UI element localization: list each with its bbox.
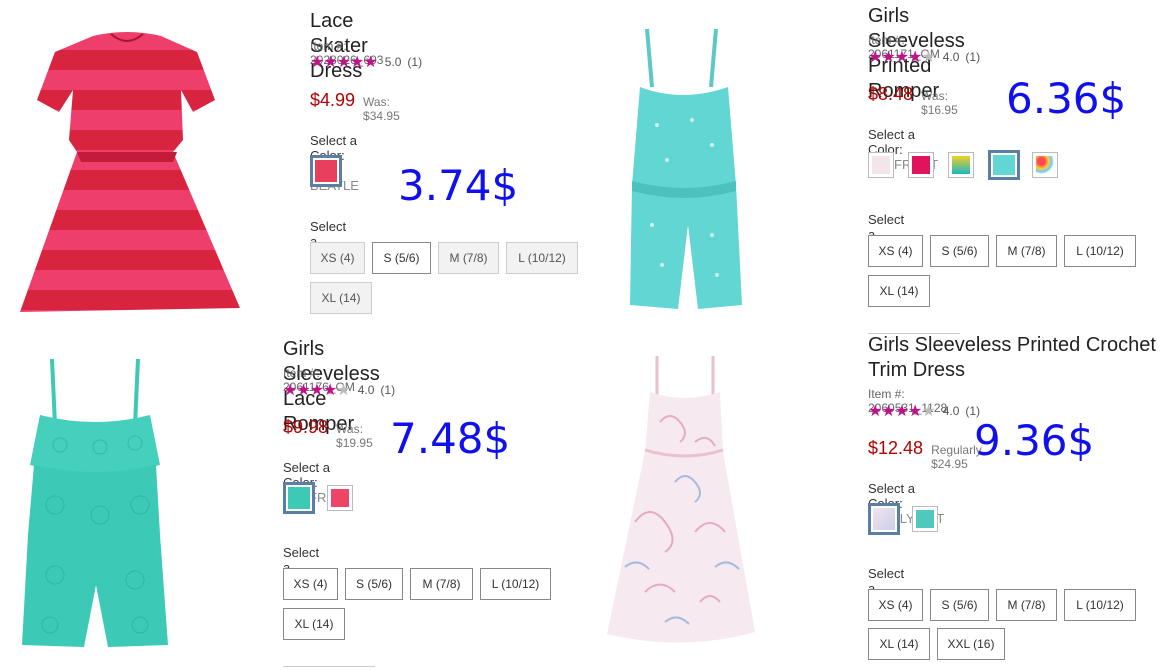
color-swatch-simplywht[interactable] [868,503,900,535]
review-count[interactable]: (1) [380,383,395,397]
star-icon: ★ [283,382,297,399]
rating: ★★★★★ 4.0 (1) [868,47,980,67]
star-icon: ★ [309,382,324,399]
color-swatch-2[interactable] [908,152,934,178]
star-icon: ★ [921,49,935,66]
sale-price: $9.98 [283,417,329,437]
star-icon: ★ [894,403,909,420]
size-button-l[interactable]: L (10/12) [480,568,551,600]
size-button-s[interactable]: S (5/6) [930,235,989,267]
color-swatch-3[interactable] [948,152,974,178]
product-image-lace-skater-dress[interactable] [15,30,240,320]
price-annotation: 3.74$ [398,161,519,210]
product-title[interactable]: Girls Sleeveless Printed Crochet Trim Dr… [868,333,1158,383]
star-icon: ★ [296,382,310,399]
size-button-m[interactable]: M (7/8) [410,568,473,600]
price-annotation: 6.36$ [1006,74,1127,123]
was-price: Was: $19.95 [336,422,373,450]
color-swatch-seafrost[interactable] [283,482,315,514]
star-icon: ★ [881,49,895,66]
color-swatch-1[interactable] [868,152,894,178]
size-button-m[interactable]: M (7/8) [996,589,1057,621]
size-button-l[interactable]: L (10/12) [1064,589,1136,621]
rating-value: 4.0 [357,383,375,397]
star-rating-icons: ★★★★★ [868,401,936,421]
star-icon: ★ [310,54,324,71]
size-button-s[interactable]: S (5/6) [930,589,989,621]
price-annotation: 9.36$ [974,416,1095,465]
size-button-m[interactable]: M (7/8) [438,242,499,274]
color-swatch-2[interactable] [912,506,938,532]
color-swatch-seafrost[interactable] [988,150,1020,180]
size-button-s[interactable]: S (5/6) [372,242,431,274]
size-button-xl[interactable]: XL (14) [310,282,372,314]
star-icon: ★ [868,49,882,66]
size-button-xxl[interactable]: XXL (16) [937,628,1005,660]
star-icon: ★ [336,382,350,399]
divider [283,666,375,667]
star-icon: ★ [894,49,909,66]
sale-price: $8.48 [868,84,914,104]
star-icon: ★ [323,382,337,399]
review-count[interactable]: (1) [407,55,422,69]
price: $9.98 Was: $19.95 [283,417,373,450]
product-image-lace-romper[interactable] [10,355,180,650]
sale-price: $4.99 [310,90,356,110]
review-count[interactable]: (1) [965,50,980,64]
star-icon: ★ [323,54,337,71]
size-button-xs[interactable]: XS (4) [310,242,365,274]
star-icon: ★ [336,54,351,71]
star-icon: ★ [868,403,882,420]
price: $8.48 Was: $16.95 [868,84,958,117]
size-button-m[interactable]: M (7/8) [996,235,1057,267]
star-icon: ★ [350,54,364,71]
rating-value: 5.0 [384,55,402,69]
rating: ★★★★★ 4.0 (1) [283,380,395,400]
rating: ★★★★★ 5.0 (1) [310,52,422,72]
star-rating-icons: ★★★★★ [868,47,936,67]
size-button-xs[interactable]: XS (4) [868,235,923,267]
rating-value: 4.0 [942,50,960,64]
size-button-xl[interactable]: XL (14) [868,275,930,307]
star-rating-icons: ★★★★★ [283,380,351,400]
price: $12.48 Regularly $24.95 [868,438,982,471]
color-swatch-2[interactable] [327,485,353,511]
rating-value: 4.0 [942,404,960,418]
product-image-printed-romper[interactable] [612,25,757,317]
size-button-xs[interactable]: XS (4) [868,589,923,621]
color-swatch-5[interactable] [1032,152,1058,178]
product-image-crochet-trim-dress[interactable] [605,352,755,644]
rating: ★★★★★ 4.0 (1) [868,401,980,421]
was-price: Was: $34.95 [363,95,400,123]
size-button-l[interactable]: L (10/12) [506,242,578,274]
size-button-l[interactable]: L (10/12) [1064,235,1136,267]
size-button-xl[interactable]: XL (14) [868,628,930,660]
star-rating-icons: ★★★★★ [310,52,378,72]
size-button-xs[interactable]: XS (4) [283,568,338,600]
price: $4.99 Was: $34.95 [310,90,400,123]
size-button-s[interactable]: S (5/6) [345,568,403,600]
was-price: Was: $16.95 [921,89,958,117]
star-icon: ★ [363,54,377,71]
sale-price: $12.48 [868,438,924,458]
star-icon: ★ [908,403,922,420]
star-icon: ★ [921,403,935,420]
color-swatch-red-beatle[interactable] [310,155,342,187]
size-button-xl[interactable]: XL (14) [283,608,345,640]
star-icon: ★ [908,49,922,66]
star-icon: ★ [881,403,895,420]
price-annotation: 7.48$ [390,414,511,463]
